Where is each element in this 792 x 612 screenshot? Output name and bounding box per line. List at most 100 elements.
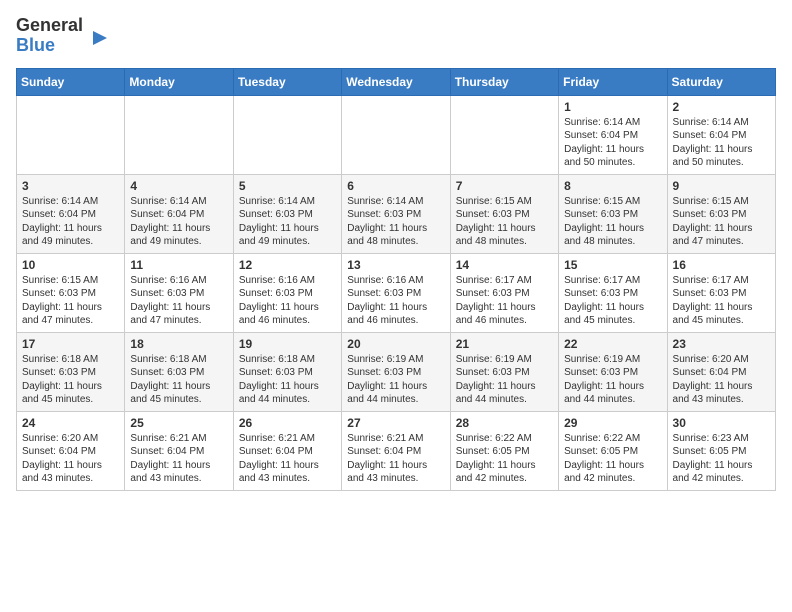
day-info: Sunrise: 6:14 AM Sunset: 6:04 PM Dayligh… <box>564 116 661 170</box>
calendar-cell: 3Sunrise: 6:14 AM Sunset: 6:04 PM Daylig… <box>17 174 125 253</box>
day-number: 14 <box>456 258 553 272</box>
calendar-cell: 14 Sunrise: 6:17 AM Sunset: 6:03 PM Dayli… <box>450 253 558 332</box>
day-info: Sunrise: 6:17 AM Sunset: 6:03 PM Dayligh… <box>456 274 553 328</box>
week-row-1: 1 Sunrise: 6:14 AM Sunset: 6:04 PM Daylig… <box>17 95 776 174</box>
day-number: 22 <box>564 337 661 351</box>
week-row-3: 10 Sunrise: 6:15 AM Sunset: 6:03 PM Dayli… <box>17 253 776 332</box>
calendar-cell: 26 Sunrise: 6:21 AM Sunset: 6:04 PM Dayli… <box>233 411 341 490</box>
day-number: 29 <box>564 416 661 430</box>
logo-arrow-icon <box>89 27 111 49</box>
day-info: Sunrise: 6:14 AM Sunset: 6:04 PM Dayligh… <box>673 116 770 170</box>
day-info: Sunrise: 6:19 AM Sunset: 6:03 PM Dayligh… <box>347 353 444 407</box>
calendar-cell: 20 Sunrise: 6:19 AM Sunset: 6:03 PM Dayli… <box>342 332 450 411</box>
calendar-cell: 23 Sunrise: 6:20 AM Sunset: 6:04 PM Dayli… <box>667 332 775 411</box>
day-number: 18 <box>130 337 227 351</box>
calendar-cell: 18Sunrise: 6:18 AM Sunset: 6:03 PM Dayli… <box>125 332 233 411</box>
calendar-cell: 25 Sunrise: 6:21 AM Sunset: 6:04 PM Dayli… <box>125 411 233 490</box>
calendar-cell <box>450 95 558 174</box>
day-number: 5 <box>239 179 336 193</box>
weekday-header-row: SundayMondayTuesdayWednesdayThursdayFrid… <box>17 68 776 95</box>
day-info: Sunrise: 6:20 AM Sunset: 6:04 PM Dayligh… <box>673 353 770 407</box>
calendar-cell: 9Sunrise: 6:15 AM Sunset: 6:03 PM Daylig… <box>667 174 775 253</box>
calendar-cell: 11 Sunrise: 6:16 AM Sunset: 6:03 PM Dayli… <box>125 253 233 332</box>
day-number: 19 <box>239 337 336 351</box>
day-number: 2 <box>673 100 770 114</box>
day-number: 21 <box>456 337 553 351</box>
calendar-cell: 17 Sunrise: 6:18 AM Sunset: 6:03 PM Dayli… <box>17 332 125 411</box>
day-number: 13 <box>347 258 444 272</box>
week-row-4: 17 Sunrise: 6:18 AM Sunset: 6:03 PM Dayli… <box>17 332 776 411</box>
day-number: 25 <box>130 416 227 430</box>
day-info: Sunrise: 6:14 AM Sunset: 6:03 PM Dayligh… <box>239 195 336 249</box>
logo-text-blue: Blue <box>16 36 83 56</box>
day-number: 26 <box>239 416 336 430</box>
weekday-monday: Monday <box>125 68 233 95</box>
calendar-cell: 21Sunrise: 6:19 AM Sunset: 6:03 PM Dayli… <box>450 332 558 411</box>
calendar-cell <box>125 95 233 174</box>
calendar-cell <box>17 95 125 174</box>
day-number: 17 <box>22 337 119 351</box>
day-info: Sunrise: 6:15 AM Sunset: 6:03 PM Dayligh… <box>456 195 553 249</box>
day-number: 6 <box>347 179 444 193</box>
logo-text-general: General <box>16 16 83 36</box>
calendar-cell: 2 Sunrise: 6:14 AM Sunset: 6:04 PM Daylig… <box>667 95 775 174</box>
calendar-cell: 15Sunrise: 6:17 AM Sunset: 6:03 PM Dayli… <box>559 253 667 332</box>
calendar-cell: 29 Sunrise: 6:22 AM Sunset: 6:05 PM Dayli… <box>559 411 667 490</box>
calendar-body: 1 Sunrise: 6:14 AM Sunset: 6:04 PM Daylig… <box>17 95 776 490</box>
day-info: Sunrise: 6:23 AM Sunset: 6:05 PM Dayligh… <box>673 432 770 486</box>
day-info: Sunrise: 6:16 AM Sunset: 6:03 PM Dayligh… <box>130 274 227 328</box>
day-info: Sunrise: 6:15 AM Sunset: 6:03 PM Dayligh… <box>22 274 119 328</box>
calendar-cell: 27Sunrise: 6:21 AM Sunset: 6:04 PM Dayli… <box>342 411 450 490</box>
day-number: 1 <box>564 100 661 114</box>
day-number: 4 <box>130 179 227 193</box>
calendar-cell: 24Sunrise: 6:20 AM Sunset: 6:04 PM Dayli… <box>17 411 125 490</box>
page-header: General Blue <box>16 16 776 56</box>
calendar-cell: 19Sunrise: 6:18 AM Sunset: 6:03 PM Dayli… <box>233 332 341 411</box>
calendar-cell: 8Sunrise: 6:15 AM Sunset: 6:03 PM Daylig… <box>559 174 667 253</box>
week-row-2: 3 Sunrise: 6:14 AM Sunset: 6:04 PM Daylig… <box>17 174 776 253</box>
calendar-cell: 13 Sunrise: 6:16 AM Sunset: 6:03 PM Dayli… <box>342 253 450 332</box>
day-number: 12 <box>239 258 336 272</box>
day-number: 23 <box>673 337 770 351</box>
day-info: Sunrise: 6:21 AM Sunset: 6:04 PM Dayligh… <box>347 432 444 486</box>
day-info: Sunrise: 6:20 AM Sunset: 6:04 PM Dayligh… <box>22 432 119 486</box>
day-info: Sunrise: 6:15 AM Sunset: 6:03 PM Dayligh… <box>673 195 770 249</box>
weekday-saturday: Saturday <box>667 68 775 95</box>
day-number: 30 <box>673 416 770 430</box>
day-number: 16 <box>673 258 770 272</box>
day-info: Sunrise: 6:16 AM Sunset: 6:03 PM Dayligh… <box>347 274 444 328</box>
day-number: 8 <box>564 179 661 193</box>
day-info: Sunrise: 6:16 AM Sunset: 6:03 PM Dayligh… <box>239 274 336 328</box>
calendar-cell <box>233 95 341 174</box>
calendar-cell: 4 Sunrise: 6:14 AM Sunset: 6:04 PM Daylig… <box>125 174 233 253</box>
day-number: 3 <box>22 179 119 193</box>
calendar-table: SundayMondayTuesdayWednesdayThursdayFrid… <box>16 68 776 491</box>
day-info: Sunrise: 6:14 AM Sunset: 6:03 PM Dayligh… <box>347 195 444 249</box>
calendar-cell: 22 Sunrise: 6:19 AM Sunset: 6:03 PM Dayli… <box>559 332 667 411</box>
calendar-cell <box>342 95 450 174</box>
week-row-5: 24Sunrise: 6:20 AM Sunset: 6:04 PM Dayli… <box>17 411 776 490</box>
day-number: 15 <box>564 258 661 272</box>
day-info: Sunrise: 6:22 AM Sunset: 6:05 PM Dayligh… <box>564 432 661 486</box>
logo: General Blue <box>16 16 111 56</box>
weekday-thursday: Thursday <box>450 68 558 95</box>
calendar-cell: 16Sunrise: 6:17 AM Sunset: 6:03 PM Dayli… <box>667 253 775 332</box>
day-number: 20 <box>347 337 444 351</box>
day-info: Sunrise: 6:21 AM Sunset: 6:04 PM Dayligh… <box>239 432 336 486</box>
calendar-cell: 12 Sunrise: 6:16 AM Sunset: 6:03 PM Dayli… <box>233 253 341 332</box>
day-number: 7 <box>456 179 553 193</box>
calendar-cell: 10 Sunrise: 6:15 AM Sunset: 6:03 PM Dayli… <box>17 253 125 332</box>
calendar-cell: 28 Sunrise: 6:22 AM Sunset: 6:05 PM Dayli… <box>450 411 558 490</box>
calendar-cell: 5 Sunrise: 6:14 AM Sunset: 6:03 PM Daylig… <box>233 174 341 253</box>
day-info: Sunrise: 6:19 AM Sunset: 6:03 PM Dayligh… <box>564 353 661 407</box>
day-info: Sunrise: 6:18 AM Sunset: 6:03 PM Dayligh… <box>22 353 119 407</box>
weekday-sunday: Sunday <box>17 68 125 95</box>
calendar-cell: 1 Sunrise: 6:14 AM Sunset: 6:04 PM Daylig… <box>559 95 667 174</box>
day-number: 11 <box>130 258 227 272</box>
weekday-friday: Friday <box>559 68 667 95</box>
day-info: Sunrise: 6:22 AM Sunset: 6:05 PM Dayligh… <box>456 432 553 486</box>
day-number: 10 <box>22 258 119 272</box>
day-number: 28 <box>456 416 553 430</box>
day-info: Sunrise: 6:14 AM Sunset: 6:04 PM Dayligh… <box>130 195 227 249</box>
day-info: Sunrise: 6:21 AM Sunset: 6:04 PM Dayligh… <box>130 432 227 486</box>
